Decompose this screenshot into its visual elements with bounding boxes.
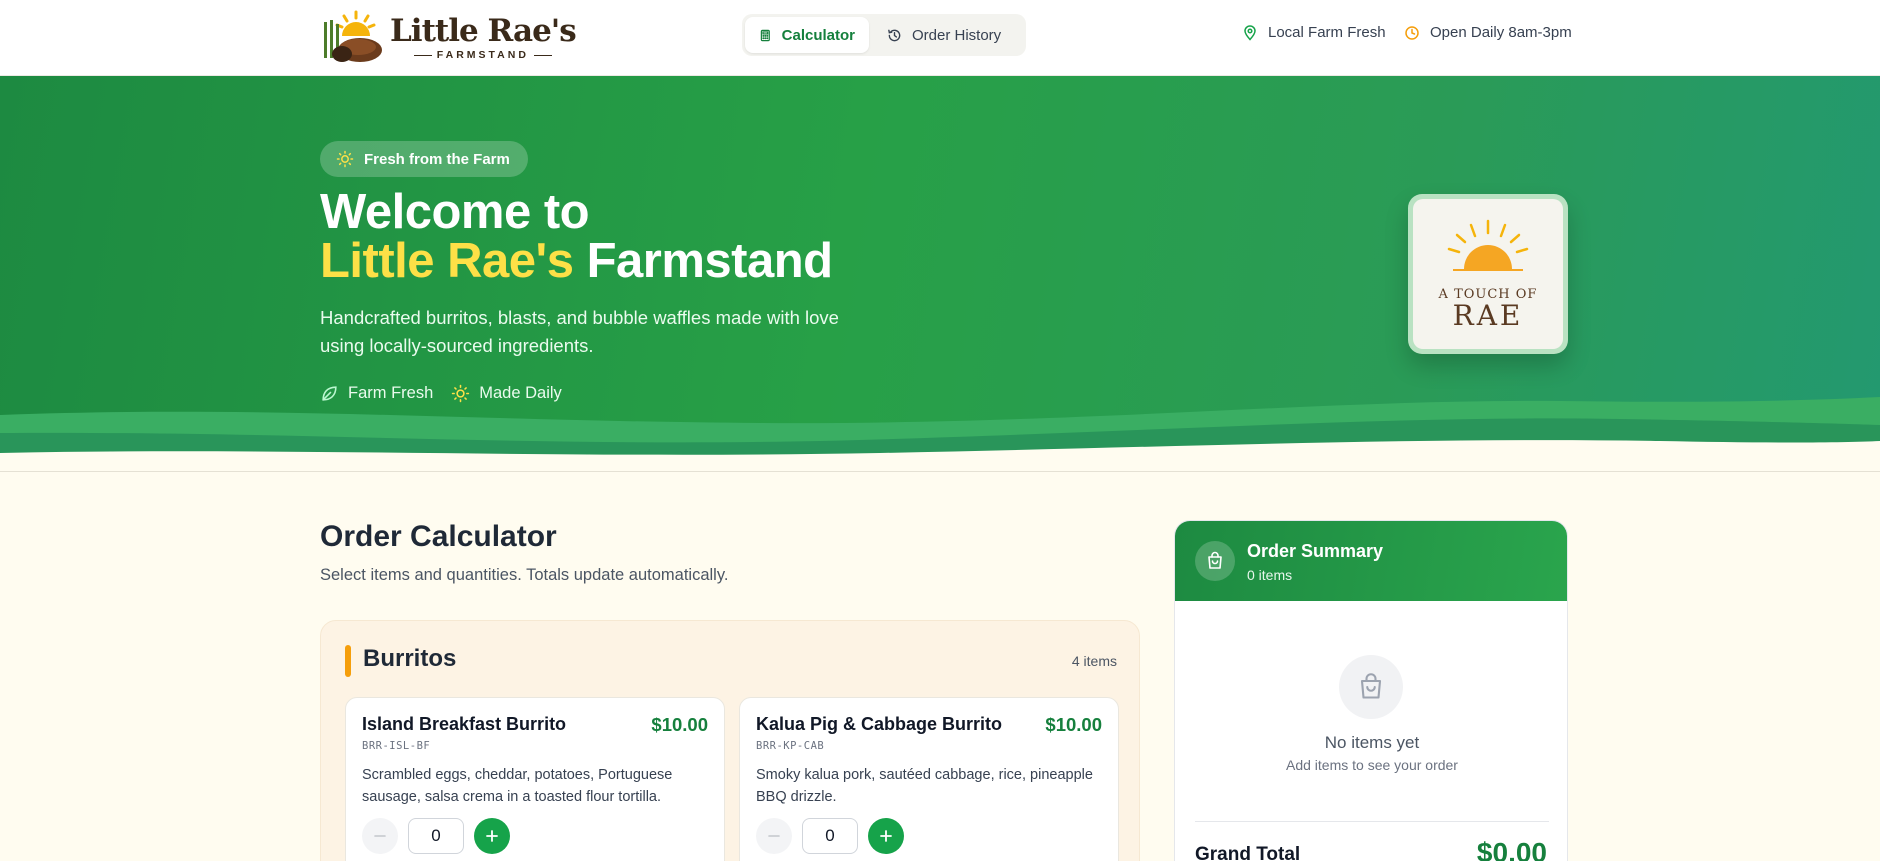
tab-calculator[interactable]: Calculator bbox=[745, 17, 869, 53]
hero-banner: Fresh from the Farm Welcome to Little Ra… bbox=[0, 76, 1880, 471]
card-line-2: RAE bbox=[1452, 299, 1524, 332]
item-sku: BRR-ISL-BF bbox=[362, 740, 431, 752]
decrease-quantity-button[interactable] bbox=[756, 818, 792, 854]
order-summary-count: 0 items bbox=[1247, 567, 1293, 583]
view-tabs: Calculator Order History bbox=[742, 14, 1026, 56]
map-pin-icon bbox=[1244, 24, 1256, 41]
calculator-icon bbox=[760, 29, 770, 41]
clock-icon bbox=[1405, 25, 1419, 40]
local-farm-info: Local Farm Fresh bbox=[1242, 24, 1386, 41]
item-description: Smoky kalua pork, sautéed cabbage, rice,… bbox=[756, 767, 1093, 805]
item-sku: BRR-KP-CAB bbox=[756, 740, 825, 752]
grand-total-value: $0.00 bbox=[1476, 837, 1547, 861]
shopping-bag-icon bbox=[1208, 551, 1222, 569]
item-price: $10.00 bbox=[651, 714, 708, 735]
brand-logo[interactable]: Little Rae's FARMSTAND bbox=[320, 8, 577, 66]
hero-title-brand: Little Rae's bbox=[320, 234, 574, 288]
hero-badge: Fresh from the Farm bbox=[320, 141, 528, 177]
order-summary-title: Order Summary bbox=[1247, 541, 1384, 561]
item-name: Kalua Pig & Cabbage Burrito bbox=[756, 714, 1003, 734]
quantity-input[interactable] bbox=[802, 818, 858, 854]
increase-quantity-button[interactable] bbox=[868, 818, 904, 854]
category-title: Burritos bbox=[363, 645, 457, 672]
history-icon bbox=[888, 29, 901, 41]
opening-hours-info: Open Daily 8am-3pm bbox=[1404, 24, 1572, 41]
quantity-input[interactable] bbox=[408, 818, 464, 854]
decrease-quantity-button[interactable] bbox=[362, 818, 398, 854]
category-accent-bar bbox=[345, 645, 351, 677]
empty-state-subtitle: Add items to see your order bbox=[1286, 757, 1458, 773]
order-summary-header: Order Summary 0 items bbox=[1175, 521, 1567, 601]
tab-calculator-label: Calculator bbox=[781, 26, 855, 44]
hero-description: Handcrafted burritos, blasts, and bubble… bbox=[320, 307, 839, 356]
menu-item-card: Island Breakfast Burrito $10.00 BRR-ISL-… bbox=[345, 697, 725, 861]
order-calculator-subtitle: Select items and quantities. Totals upda… bbox=[320, 566, 729, 584]
brand-tagline: FARMSTAND bbox=[436, 49, 529, 61]
minus-icon bbox=[374, 835, 386, 837]
quantity-stepper bbox=[756, 818, 904, 854]
empty-state-title: No items yet bbox=[1324, 733, 1420, 752]
quantity-stepper bbox=[362, 818, 510, 854]
minus-icon bbox=[768, 835, 780, 837]
sunrise-logo-icon bbox=[1447, 219, 1529, 271]
hero-wave-decoration bbox=[0, 397, 1880, 471]
logo-mark-icon bbox=[320, 8, 386, 66]
tab-order-history[interactable]: Order History bbox=[873, 17, 1015, 53]
plus-icon bbox=[880, 830, 892, 842]
top-navbar: Little Rae's FARMSTAND Calculator Order … bbox=[0, 0, 1880, 76]
order-summary-panel: Order Summary 0 items No items yet Add i… bbox=[1174, 520, 1568, 861]
plus-icon bbox=[486, 830, 498, 842]
item-description: Scrambled eggs, cheddar, potatoes, Portu… bbox=[362, 767, 673, 805]
category-item-count: 4 items bbox=[1071, 653, 1117, 669]
hero-title: Welcome to Little Rae's Farmstand bbox=[320, 185, 833, 288]
sun-icon bbox=[336, 150, 354, 168]
item-name: Island Breakfast Burrito bbox=[362, 714, 567, 734]
item-price: $10.00 bbox=[1045, 714, 1102, 735]
grand-total-label: Grand Total bbox=[1195, 844, 1301, 861]
increase-quantity-button[interactable] bbox=[474, 818, 510, 854]
empty-bag-icon bbox=[1360, 673, 1382, 699]
touch-of-rae-card: A TOUCH OF RAE bbox=[1408, 194, 1568, 354]
order-calculator-title: Order Calculator bbox=[320, 520, 557, 553]
brand-name: Little Rae's bbox=[390, 13, 577, 49]
menu-item-card: Kalua Pig & Cabbage Burrito $10.00 BRR-K… bbox=[739, 697, 1119, 861]
tab-order-history-label: Order History bbox=[912, 26, 1002, 44]
category-burritos: Burritos 4 items Island Breakfast Burrit… bbox=[320, 620, 1140, 861]
